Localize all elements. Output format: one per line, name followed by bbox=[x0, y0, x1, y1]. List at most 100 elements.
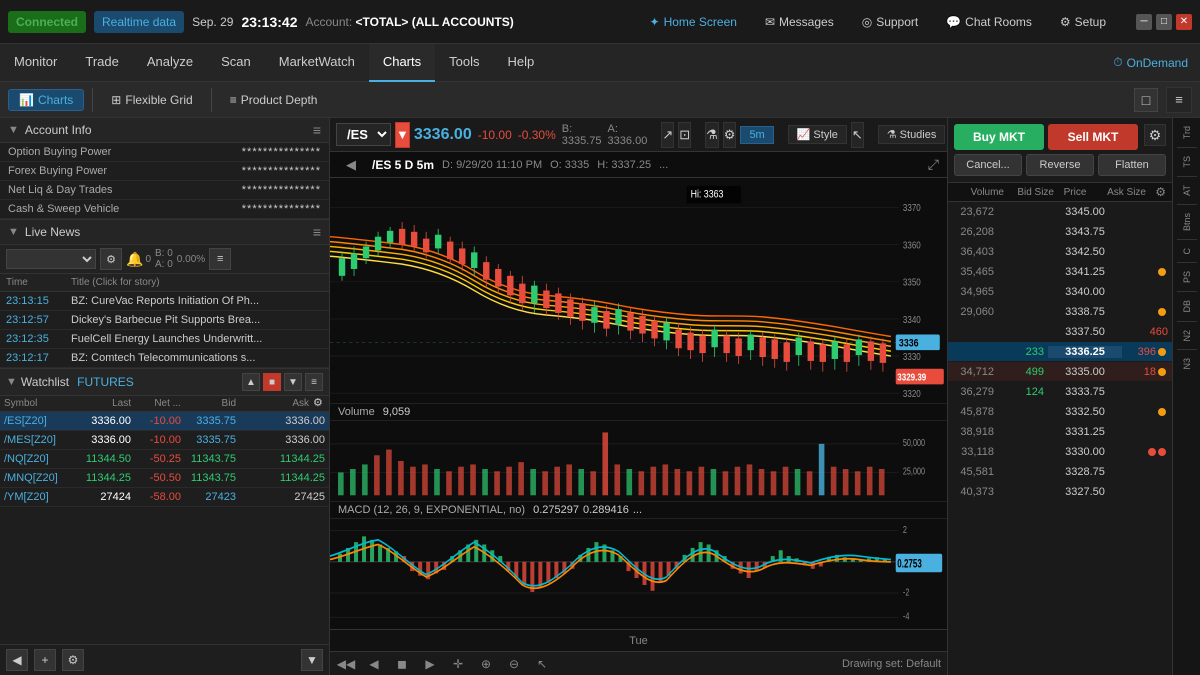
rs-btns[interactable]: Btns bbox=[1182, 209, 1192, 235]
rs-n3[interactable]: N3 bbox=[1182, 354, 1192, 374]
news-list-icon[interactable]: ≡ bbox=[209, 248, 231, 270]
product-depth-button[interactable]: ≡ Product Depth bbox=[220, 90, 328, 110]
nav-analyze[interactable]: Analyze bbox=[133, 44, 207, 82]
nav-home-screen[interactable]: ✦ Home Screen bbox=[644, 11, 743, 33]
news-row[interactable]: 23:12:57 Dickey's Barbecue Pit Supports … bbox=[0, 311, 329, 330]
news-row[interactable]: 23:12:17 BZ: Comtech Telecommunications … bbox=[0, 349, 329, 368]
nav-charts[interactable]: Charts bbox=[369, 44, 435, 82]
reverse-button[interactable]: Reverse bbox=[1026, 154, 1094, 176]
watchlist-row-0[interactable]: /ES[Z20] 3336.00 -10.00 3335.75 3336.00 bbox=[0, 412, 329, 431]
ob-row-13[interactable]: 45,581 3328.75 bbox=[948, 462, 1172, 482]
cursor-btn[interactable]: ↖ bbox=[851, 122, 864, 148]
ob-row-3[interactable]: 35,465 3341.25 bbox=[948, 262, 1172, 282]
rs-ps[interactable]: PS bbox=[1182, 267, 1192, 287]
ob-row-10[interactable]: 45,878 3332.50 bbox=[948, 402, 1172, 422]
share-btn[interactable]: ↗ bbox=[661, 122, 674, 148]
close-button[interactable]: ✕ bbox=[1176, 14, 1192, 30]
ob-row-current[interactable]: 233 3336.25 396 bbox=[948, 342, 1172, 362]
news-settings-icon[interactable]: ≡ bbox=[313, 224, 321, 240]
nav-monitor[interactable]: Monitor bbox=[0, 44, 71, 82]
sell-mkt-button[interactable]: Sell MKT bbox=[1048, 124, 1138, 150]
forward-btn[interactable]: ▶ bbox=[420, 654, 440, 674]
chart-menu-icon[interactable]: ≡ bbox=[1166, 87, 1192, 113]
prev-page-btn[interactable]: ◀◀ bbox=[336, 654, 356, 674]
crosshair-btn[interactable]: ✛ bbox=[448, 654, 468, 674]
ob-settings-btn[interactable]: ⚙ bbox=[1144, 124, 1166, 146]
wl-col-bid[interactable]: Bid bbox=[185, 396, 240, 411]
rs-c[interactable]: C bbox=[1182, 244, 1192, 259]
flatten-button[interactable]: Flatten bbox=[1098, 154, 1166, 176]
prev-btn[interactable]: ◀ bbox=[6, 649, 28, 671]
wl-settings-col[interactable]: ⚙ bbox=[313, 396, 329, 411]
watchlist-down-btn[interactable]: ▼ bbox=[284, 373, 302, 391]
rs-at[interactable]: AT bbox=[1182, 181, 1192, 200]
symbol-search-btn[interactable]: ▼ bbox=[395, 122, 410, 148]
charts-tab-button[interactable]: 📊 Charts bbox=[8, 89, 84, 111]
news-col-title[interactable]: Title (Click for story) bbox=[65, 274, 329, 291]
nav-setup[interactable]: ⚙ Setup bbox=[1054, 11, 1112, 33]
nav-scan[interactable]: Scan bbox=[207, 44, 265, 82]
rs-n2[interactable]: N2 bbox=[1182, 326, 1192, 346]
flexible-grid-button[interactable]: ⊞ Flexible Grid bbox=[101, 90, 202, 110]
maximize-button[interactable]: □ bbox=[1156, 14, 1172, 30]
ob-row-6[interactable]: 3337.50 460 bbox=[948, 322, 1172, 342]
wl-col-symbol[interactable]: Symbol bbox=[0, 396, 80, 411]
settings-btn[interactable]: ⚙ bbox=[62, 649, 84, 671]
timeframe-button[interactable]: 5m bbox=[740, 126, 773, 144]
wl-col-last[interactable]: Last bbox=[80, 396, 135, 411]
rs-db[interactable]: DB bbox=[1182, 296, 1192, 317]
nav-support[interactable]: ◎ Support bbox=[856, 11, 925, 33]
watchlist-row-4[interactable]: /YM[Z20] 27424 -58.00 27423 27425 bbox=[0, 488, 329, 507]
watchlist-settings-btn[interactable]: ≡ bbox=[305, 373, 323, 391]
news-settings-btn[interactable]: ⚙ bbox=[100, 248, 122, 270]
nav-messages[interactable]: ✉ Messages bbox=[759, 11, 840, 33]
ob-row-11[interactable]: 38,918 3331.25 bbox=[948, 422, 1172, 442]
cursor-mode-btn[interactable]: ↖ bbox=[532, 654, 552, 674]
ondemand-button[interactable]: ⏱ OnDemand bbox=[1101, 44, 1200, 82]
news-row[interactable]: 23:13:15 BZ: CureVac Reports Initiation … bbox=[0, 292, 329, 311]
watchlist-red-btn[interactable]: ■ bbox=[263, 373, 281, 391]
ob-row-12[interactable]: 33,118 3330.00 bbox=[948, 442, 1172, 462]
minimize-button[interactable]: ─ bbox=[1136, 14, 1152, 30]
rs-ts[interactable]: TS bbox=[1182, 152, 1192, 172]
rs-trd[interactable]: Trd bbox=[1182, 122, 1192, 143]
news-filter-select[interactable] bbox=[6, 249, 96, 269]
back-btn[interactable]: ◀ bbox=[364, 654, 384, 674]
bookmark-btn[interactable]: ⊡ bbox=[678, 122, 691, 148]
watchlist-row-1[interactable]: /MES[Z20] 3336.00 -10.00 3335.75 3336.00 bbox=[0, 431, 329, 450]
account-settings-icon[interactable]: ≡ bbox=[313, 122, 321, 138]
watchlist-up-btn[interactable]: ▲ bbox=[242, 373, 260, 391]
nav-trade[interactable]: Trade bbox=[71, 44, 132, 82]
nav-tools[interactable]: Tools bbox=[435, 44, 493, 82]
add-btn[interactable]: + bbox=[34, 649, 56, 671]
ob-row-5[interactable]: 29,060 3338.75 bbox=[948, 302, 1172, 322]
ob-row-1[interactable]: 26,208 3343.75 bbox=[948, 222, 1172, 242]
stop-btn[interactable]: ◼ bbox=[392, 654, 412, 674]
ob-row-4[interactable]: 34,965 3340.00 bbox=[948, 282, 1172, 302]
chart-expand-icon[interactable]: ⤢ bbox=[928, 156, 939, 173]
style-button[interactable]: 📈 Style bbox=[788, 125, 847, 144]
wl-col-ask[interactable]: Ask bbox=[240, 396, 313, 411]
ob-row-8[interactable]: 34,712 499 3335.00 18 bbox=[948, 362, 1172, 382]
chart-settings-btn[interactable]: ⚙ bbox=[723, 122, 737, 148]
zoom-in-btn[interactable]: ⊕ bbox=[476, 654, 496, 674]
news-row[interactable]: 23:12:35 FuelCell Energy Launches Underw… bbox=[0, 330, 329, 349]
symbol-select[interactable]: /ES bbox=[336, 123, 391, 146]
buy-mkt-button[interactable]: Buy MKT bbox=[954, 124, 1044, 150]
studies-button[interactable]: ⚗ Studies bbox=[878, 125, 946, 144]
ob-row-0[interactable]: 23,672 3345.00 bbox=[948, 202, 1172, 222]
nav-help[interactable]: Help bbox=[493, 44, 548, 82]
ob-row-9[interactable]: 36,279 124 3333.75 bbox=[948, 382, 1172, 402]
lab-btn[interactable]: ⚗ bbox=[705, 122, 719, 148]
watchlist-row-2[interactable]: /NQ[Z20] 11344.50 -50.25 11343.75 11344.… bbox=[0, 450, 329, 469]
nav-chat-rooms[interactable]: 💬 Chat Rooms bbox=[940, 11, 1038, 33]
collapse-btn[interactable]: ◀ bbox=[338, 152, 364, 178]
cancel-button[interactable]: Cancel... bbox=[954, 154, 1022, 176]
live-news-header[interactable]: ▼ Live News ≡ bbox=[0, 220, 329, 245]
ob-row-2[interactable]: 36,403 3342.50 bbox=[948, 242, 1172, 262]
news-col-time[interactable]: Time bbox=[0, 274, 65, 291]
wl-col-net[interactable]: Net ... bbox=[135, 396, 185, 411]
scroll-down-btn[interactable]: ▼ bbox=[301, 649, 323, 671]
chart-expand-button[interactable]: □ bbox=[1134, 88, 1158, 112]
nav-marketwatch[interactable]: MarketWatch bbox=[265, 44, 369, 82]
